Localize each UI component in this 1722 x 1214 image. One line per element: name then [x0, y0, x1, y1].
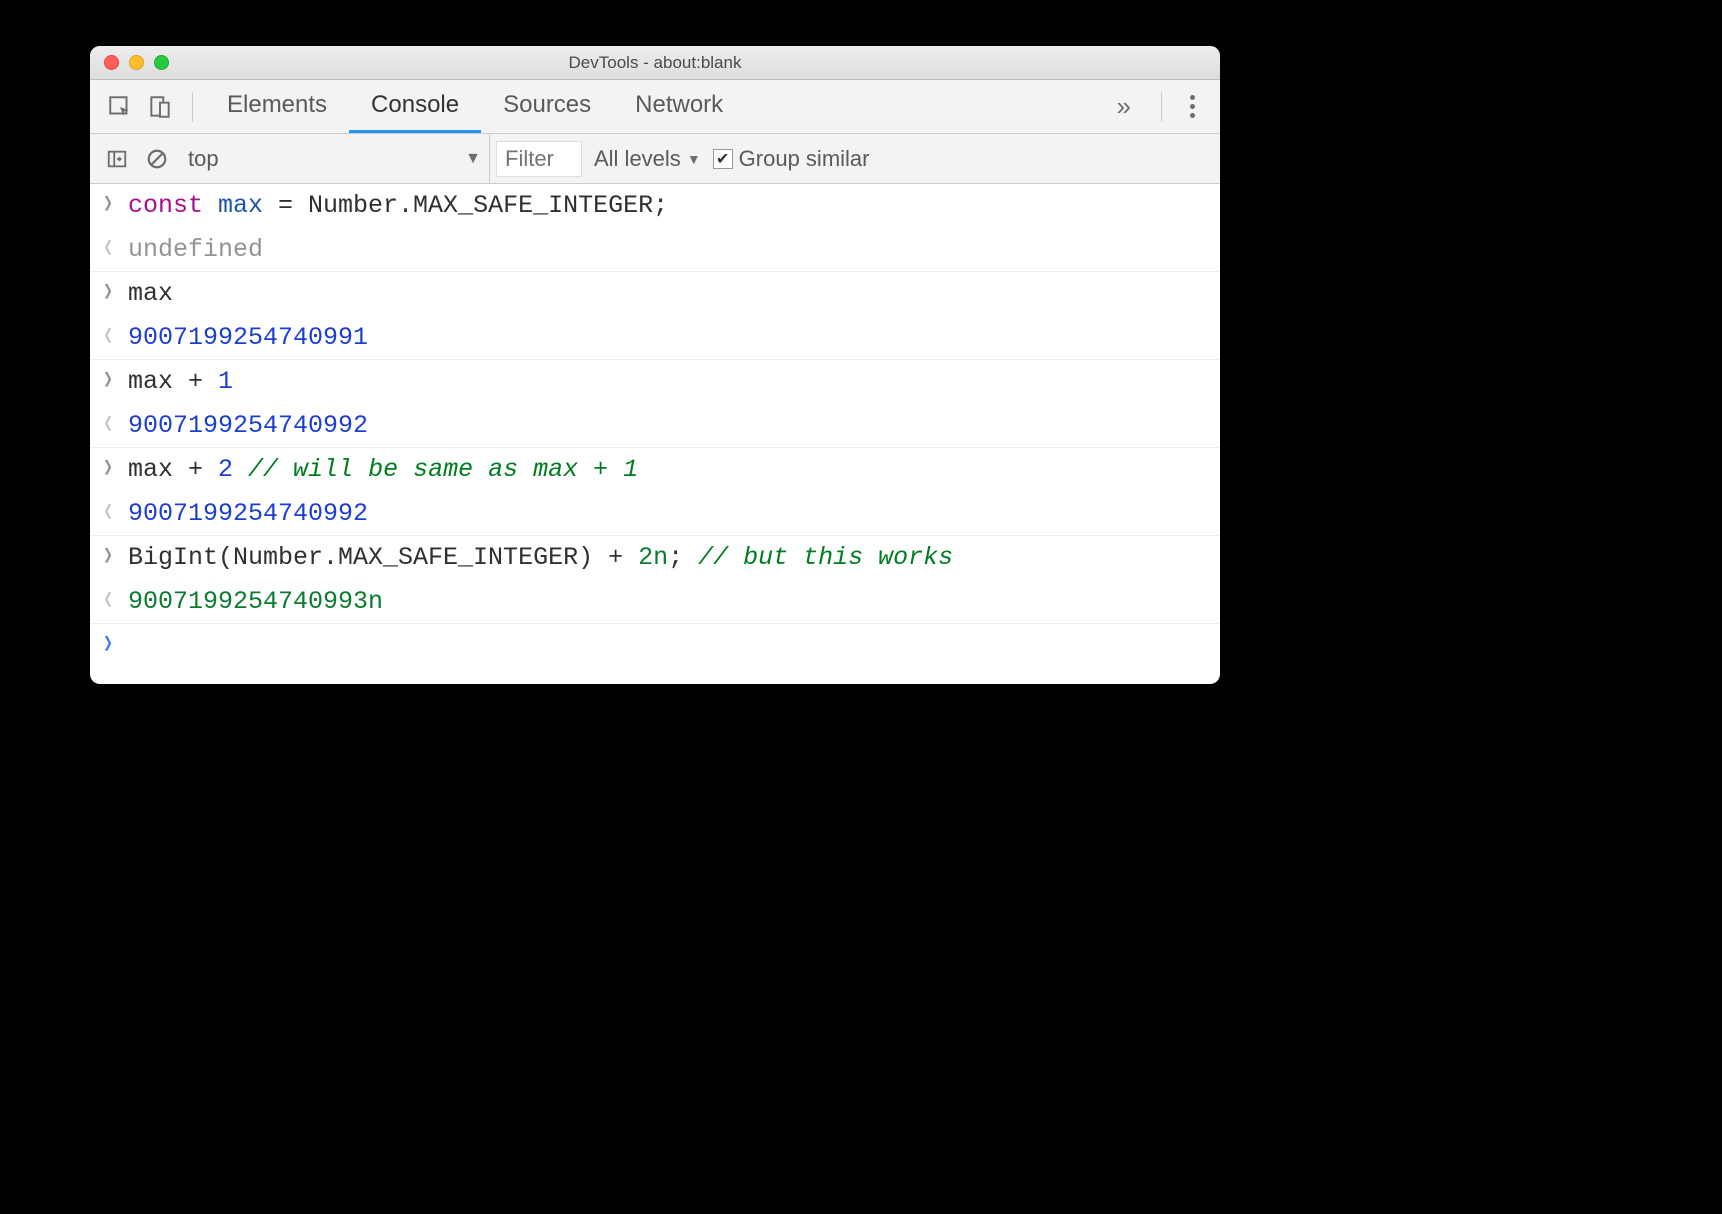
input-chevron-icon: ❯	[102, 192, 128, 216]
code-content: 9007199254740991	[128, 324, 368, 352]
tab-sources[interactable]: Sources	[481, 80, 613, 133]
output-chevron-icon: ❮	[102, 412, 128, 436]
prompt-chevron-icon: ❯	[102, 632, 128, 656]
code-content: undefined	[128, 236, 263, 264]
settings-menu-icon[interactable]	[1174, 95, 1210, 118]
minimize-window-button[interactable]	[129, 55, 144, 70]
code-content: max	[128, 280, 173, 308]
window-title: DevTools - about:blank	[90, 53, 1220, 73]
context-value: top	[188, 146, 219, 172]
console-output-line: ❮undefined	[90, 228, 1220, 273]
more-tabs-icon[interactable]: »	[1099, 91, 1149, 122]
tab-console[interactable]: Console	[349, 80, 481, 133]
filter-input[interactable]	[496, 141, 582, 177]
console-input-line: ❯max + 1	[90, 360, 1220, 404]
console-output-line: ❮9007199254740993n	[90, 580, 1220, 625]
console-output-line: ❮9007199254740992	[90, 404, 1220, 449]
input-chevron-icon: ❯	[102, 544, 128, 568]
titlebar: DevTools - about:blank	[90, 46, 1220, 80]
dropdown-icon: ▼	[687, 151, 701, 167]
console-input-line: ❯const max = Number.MAX_SAFE_INTEGER;	[90, 184, 1220, 228]
input-chevron-icon: ❯	[102, 368, 128, 392]
console-output-line: ❮9007199254740992	[90, 492, 1220, 537]
input-chevron-icon: ❯	[102, 280, 128, 304]
separator	[1161, 92, 1162, 122]
output-chevron-icon: ❮	[102, 500, 128, 524]
devtools-tab-bar: ElementsConsoleSourcesNetwork »	[90, 80, 1220, 134]
console-input-line: ❯max	[90, 272, 1220, 316]
tab-elements[interactable]: Elements	[205, 80, 349, 133]
group-similar-checkbox[interactable]: ✔	[713, 149, 733, 169]
output-chevron-icon: ❮	[102, 324, 128, 348]
clear-console-icon[interactable]	[140, 148, 174, 170]
panel-tabs: ElementsConsoleSourcesNetwork	[205, 80, 1099, 133]
show-console-sidebar-icon[interactable]	[100, 148, 134, 170]
dropdown-icon: ▼	[465, 150, 481, 168]
output-chevron-icon: ❮	[102, 588, 128, 612]
console-filter-bar: top ▼ All levels ▼ ✔ Group similar	[90, 134, 1220, 184]
console-output-line: ❮9007199254740991	[90, 316, 1220, 361]
execution-context-select[interactable]: top ▼	[180, 134, 490, 183]
code-content: 9007199254740992	[128, 412, 368, 440]
zoom-window-button[interactable]	[154, 55, 169, 70]
output-chevron-icon: ❮	[102, 236, 128, 260]
close-window-button[interactable]	[104, 55, 119, 70]
devtools-window: DevTools - about:blank ElementsConsoleSo…	[90, 46, 1220, 684]
window-controls	[90, 55, 169, 70]
code-content: 9007199254740992	[128, 500, 368, 528]
code-content: BigInt(Number.MAX_SAFE_INTEGER) + 2n; //…	[128, 544, 953, 572]
console-prompt[interactable]: ❯	[90, 624, 1220, 684]
levels-label: All levels	[594, 146, 681, 172]
inspect-element-icon[interactable]	[100, 89, 140, 125]
tab-network[interactable]: Network	[613, 80, 745, 133]
code-content: const max = Number.MAX_SAFE_INTEGER;	[128, 192, 668, 220]
console-input-line: ❯max + 2 // will be same as max + 1	[90, 448, 1220, 492]
device-toolbar-icon[interactable]	[140, 89, 180, 125]
code-content: 9007199254740993n	[128, 588, 383, 616]
code-content: max + 2 // will be same as max + 1	[128, 456, 638, 484]
separator	[192, 92, 193, 122]
console-output: ❯const max = Number.MAX_SAFE_INTEGER;❮un…	[90, 184, 1220, 684]
console-input-line: ❯BigInt(Number.MAX_SAFE_INTEGER) + 2n; /…	[90, 536, 1220, 580]
input-chevron-icon: ❯	[102, 456, 128, 480]
log-levels-select[interactable]: All levels ▼	[588, 146, 707, 172]
group-similar-label: Group similar	[739, 146, 870, 172]
code-content: max + 1	[128, 368, 233, 396]
